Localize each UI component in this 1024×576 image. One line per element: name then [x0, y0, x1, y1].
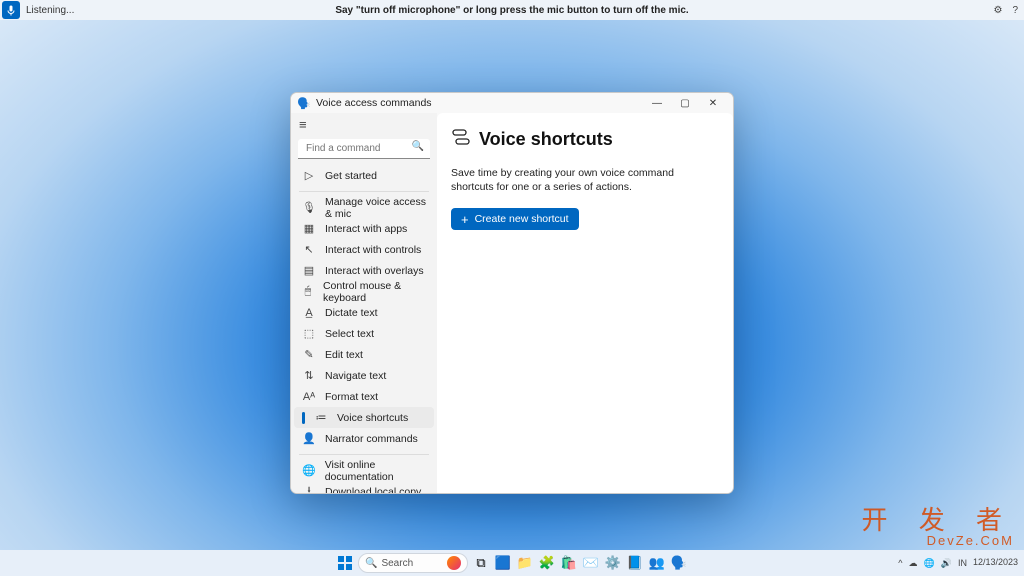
command-search-input[interactable]	[298, 139, 430, 159]
hamburger-icon[interactable]: ≡	[291, 113, 437, 136]
content-pane: Voice shortcuts Save time by creating yo…	[437, 113, 733, 494]
shortcut-icon: ≔	[314, 411, 328, 424]
nav-voice-shortcuts[interactable]: ≔ Voice shortcuts	[294, 407, 434, 428]
mic-icon	[7, 5, 15, 16]
window-title: Voice access commands	[316, 97, 432, 109]
narrator-icon: 👤	[302, 432, 316, 445]
tray-datetime[interactable]: 12/13/2023	[973, 558, 1018, 567]
voice-access-bar: Listening... Say "turn off microphone" o…	[0, 0, 1024, 20]
gear-icon[interactable]: ⚙	[993, 5, 1002, 16]
search-icon: 🔍	[365, 558, 377, 569]
tray-volume-icon[interactable]: 🔊	[941, 558, 952, 569]
search-highlight-icon	[447, 556, 461, 570]
nav-manage-voice[interactable]: 🎙 Manage voice access & mic	[291, 197, 437, 218]
taskbar-app-3[interactable]: 🛍️	[560, 554, 578, 572]
nav-format-text[interactable]: Aᴬ Format text	[291, 386, 437, 407]
cursor-icon: ↖	[302, 243, 316, 256]
tray-ime[interactable]: IN	[958, 558, 967, 568]
search-placeholder: Search	[381, 558, 413, 569]
tray-onedrive-icon[interactable]: ☁	[909, 558, 918, 569]
nav-label: Voice shortcuts	[337, 412, 408, 424]
taskbar-app-6[interactable]: 📘	[626, 554, 644, 572]
plus-icon: +	[461, 213, 469, 226]
nav-get-started[interactable]: ▷ Get started	[291, 165, 437, 186]
maximize-button[interactable]: ▢	[671, 93, 699, 113]
nav-label: Edit text	[325, 349, 363, 361]
titlebar[interactable]: 🗣️ Voice access commands — ▢ ✕	[291, 93, 733, 113]
grid-icon: ▤	[302, 264, 316, 277]
close-button[interactable]: ✕	[699, 93, 727, 113]
taskbar-app-1[interactable]: 📁	[516, 554, 534, 572]
download-icon: ⭳	[302, 482, 316, 494]
nav-label: Download local copy	[325, 486, 421, 495]
nav-label: Select text	[325, 328, 374, 340]
nav-label: Interact with apps	[325, 223, 407, 235]
nav-select-text[interactable]: ⬚ Select text	[291, 323, 437, 344]
nav-narrator-commands[interactable]: 👤 Narrator commands	[291, 428, 437, 449]
voice-hint: Say "turn off microphone" or long press …	[335, 5, 688, 16]
taskbar: 🔍 Search ⧉ 🟦 📁 🧩 🛍️ ✉️ ⚙️ 📘 👥 🗣️ ^ ☁ 🌐 🔊…	[0, 550, 1024, 576]
format-icon: Aᴬ	[302, 391, 316, 403]
nav-label: Get started	[325, 170, 377, 182]
taskbar-app-8[interactable]: 🗣️	[670, 554, 688, 572]
select-icon: ⬚	[302, 327, 316, 340]
sidebar: ≡ 🔍 ▷ Get started 🎙 Manage voice access & …	[291, 113, 437, 494]
nav-label: Control mouse & keyboard	[323, 280, 429, 304]
tray-date: 12/13/2023	[973, 558, 1018, 567]
voice-access-window: 🗣️ Voice access commands — ▢ ✕ ≡ 🔍 ▷ Get …	[290, 92, 734, 494]
minimize-button[interactable]: —	[643, 93, 671, 113]
watermark: 开 发 者 DevZe.CoM	[862, 500, 1014, 548]
nav-interact-apps[interactable]: ▦ Interact with apps	[291, 218, 437, 239]
taskbar-app-4[interactable]: ✉️	[582, 554, 600, 572]
nav-label: Format text	[325, 391, 378, 403]
nav-label: Interact with overlays	[325, 265, 424, 277]
tray-network-icon[interactable]: 🌐	[924, 558, 935, 569]
mouse-icon: 🖱	[302, 285, 314, 298]
task-view-button[interactable]: ⧉	[472, 554, 490, 572]
create-shortcut-button[interactable]: + Create new shortcut	[451, 208, 579, 230]
tray-chevron-icon[interactable]: ^	[898, 558, 902, 568]
nav-label: Navigate text	[325, 370, 386, 382]
nav-interact-overlays[interactable]: ▤ Interact with overlays	[291, 260, 437, 281]
apps-icon: ▦	[302, 222, 316, 235]
voice-shortcut-icon	[451, 127, 471, 152]
nav-interact-controls[interactable]: ↖ Interact with controls	[291, 239, 437, 260]
taskbar-app-7[interactable]: 👥	[648, 554, 666, 572]
nav-download-local[interactable]: ⭳ Download local copy	[291, 481, 437, 494]
nav-label: Interact with controls	[325, 244, 421, 256]
nav-edit-text[interactable]: ✎ Edit text	[291, 344, 437, 365]
page-description: Save time by creating your own voice com…	[451, 166, 719, 194]
nav-dictate-text[interactable]: A̲ Dictate text	[291, 302, 437, 323]
taskbar-app-2[interactable]: 🧩	[538, 554, 556, 572]
search-icon[interactable]: 🔍	[412, 141, 424, 152]
nav-label: Visit online documentation	[325, 459, 429, 483]
nav-label: Narrator commands	[325, 433, 418, 445]
separator	[299, 191, 429, 192]
nav-online-docs[interactable]: 🌐 Visit online documentation	[291, 460, 437, 481]
nav-list: ▷Get started 🎙Manage voice access & mic …	[291, 165, 437, 494]
taskbar-app-5[interactable]: ⚙️	[604, 554, 622, 572]
text-icon: A̲	[302, 307, 316, 319]
start-button[interactable]	[336, 554, 354, 572]
taskbar-search[interactable]: 🔍 Search	[358, 553, 468, 573]
mic-button[interactable]	[2, 1, 20, 19]
create-button-label: Create new shortcut	[475, 213, 569, 225]
system-tray: ^ ☁ 🌐 🔊 IN 12/13/2023	[898, 558, 1018, 569]
mic-small-icon: 🎙	[302, 201, 316, 214]
nav-navigate-text[interactable]: ⇅ Navigate text	[291, 365, 437, 386]
navigate-icon: ⇅	[302, 369, 316, 382]
separator	[299, 454, 429, 455]
nav-label: Dictate text	[325, 307, 378, 319]
nav-mouse-keyboard[interactable]: 🖱 Control mouse & keyboard	[291, 281, 437, 302]
page-title: Voice shortcuts	[479, 129, 613, 150]
globe-icon: 🌐	[302, 464, 316, 477]
nav-label: Manage voice access & mic	[325, 196, 429, 220]
listening-status: Listening...	[26, 5, 74, 16]
play-icon: ▷	[302, 169, 316, 182]
edit-icon: ✎	[302, 348, 316, 361]
help-icon[interactable]: ?	[1012, 5, 1018, 16]
widgets-button[interactable]: 🟦	[494, 554, 512, 572]
app-icon: 🗣️	[297, 96, 311, 110]
